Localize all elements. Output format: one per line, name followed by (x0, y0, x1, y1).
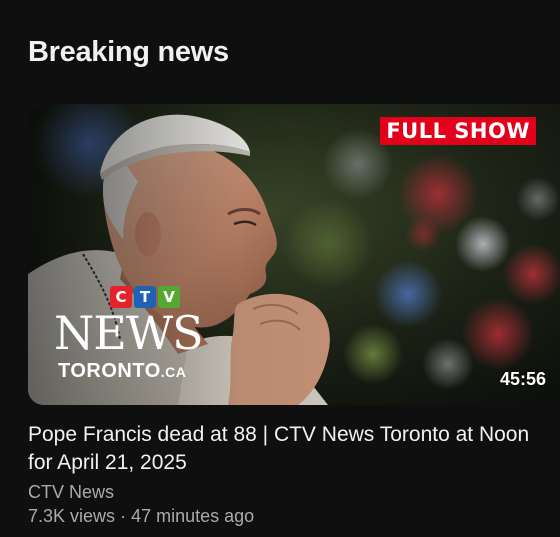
ctv-news-toronto-logo: C T V NEWS TORONTO.CA (54, 286, 224, 386)
ctv-letter-c: C (110, 286, 132, 308)
logo-news-word: NEWS (54, 306, 204, 360)
logo-toronto-word: TORONTO.CA (58, 360, 186, 383)
channel-name[interactable]: CTV News (28, 481, 114, 503)
ctv-letter-v: V (158, 286, 180, 308)
logo-toronto-text: TORONTO (58, 360, 161, 382)
ctv-letter-t: T (134, 286, 156, 308)
video-thumbnail[interactable]: FULL SHOW C T V NEWS TORONTO.CA 45:56 (28, 104, 560, 405)
full-show-badge: FULL SHOW (380, 117, 536, 145)
logo-toronto-suffix: .CA (160, 364, 187, 380)
video-duration: 45:56 (499, 369, 546, 389)
page: Breaking news FULL SHOW C T V NEWS TORON… (0, 0, 560, 537)
published-time: 47 minutes ago (131, 506, 255, 526)
video-metadata: 7.3K views · 47 minutes ago (28, 505, 254, 527)
view-count: 7.3K views (28, 506, 116, 526)
meta-separator: · (120, 506, 127, 526)
video-card[interactable]: FULL SHOW C T V NEWS TORONTO.CA 45:56 Po… (0, 0, 560, 537)
video-title[interactable]: Pope Francis dead at 88 | CTV News Toron… (28, 421, 553, 477)
